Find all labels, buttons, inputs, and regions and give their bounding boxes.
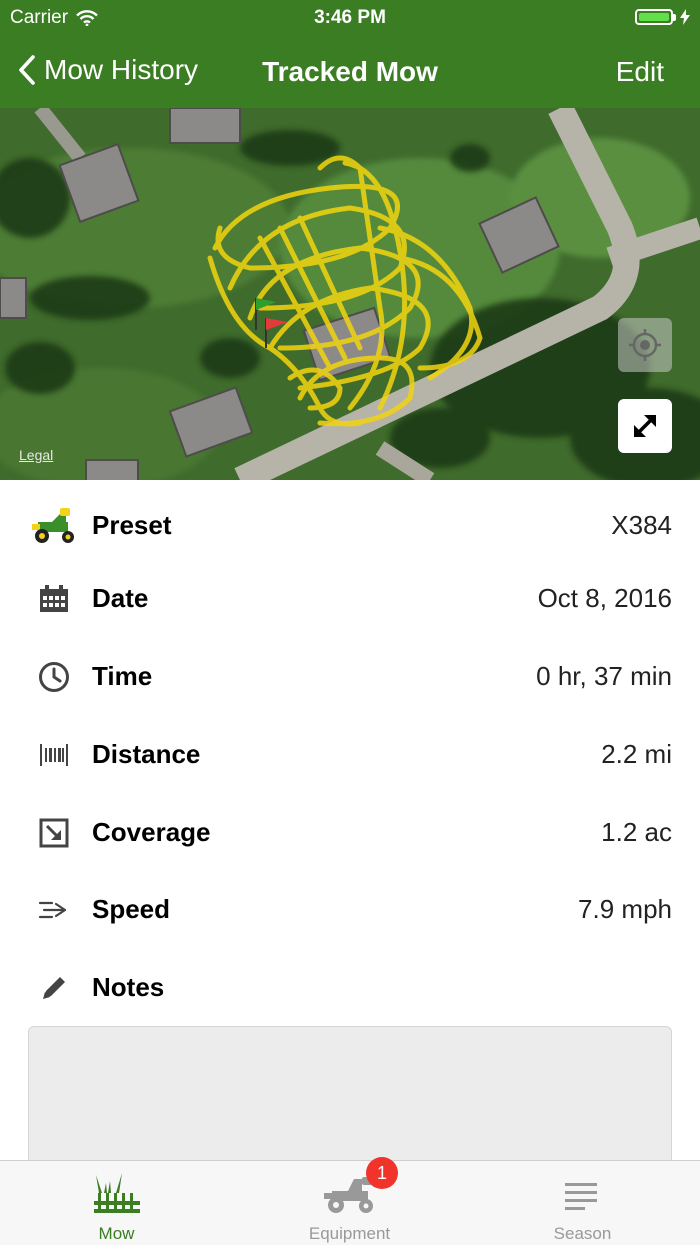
satellite-map bbox=[0, 108, 700, 480]
speed-icon bbox=[30, 890, 78, 930]
battery-indicator bbox=[635, 9, 690, 25]
tab-season[interactable]: Season bbox=[466, 1161, 699, 1245]
season-badge: 1 bbox=[366, 1157, 398, 1189]
calendar-icon bbox=[30, 579, 78, 619]
legal-link[interactable]: Legal bbox=[19, 447, 53, 463]
detail-row-notes: Notes bbox=[0, 958, 700, 1018]
distance-value: 2.2 mi bbox=[601, 739, 672, 769]
notes-field[interactable] bbox=[28, 1026, 672, 1176]
crosshair-icon bbox=[629, 329, 661, 361]
tab-mow-label: Mow bbox=[98, 1224, 135, 1243]
page-title: Tracked Mow bbox=[262, 56, 438, 87]
header: Carrier 3:46 PM Mow History Tracked Mow bbox=[0, 0, 700, 108]
preset-value: X384 bbox=[611, 510, 672, 540]
time-value: 0 hr, 37 min bbox=[536, 661, 672, 691]
distance-label: Distance bbox=[92, 739, 201, 769]
edit-button[interactable]: Edit bbox=[616, 56, 664, 88]
detail-row-preset[interactable]: Preset X384 bbox=[0, 496, 700, 556]
detail-row-coverage: Coverage 1.2 ac bbox=[0, 803, 700, 863]
speed-value: 7.9 mph bbox=[578, 894, 672, 924]
tab-season-label: Season bbox=[553, 1224, 612, 1243]
detail-row-time: Time 0 hr, 37 min bbox=[0, 647, 700, 707]
charging-bolt-icon bbox=[680, 9, 690, 25]
navigation-bar: Mow History Tracked Mow Edit bbox=[0, 36, 700, 108]
battery-icon bbox=[635, 9, 673, 25]
coverage-icon bbox=[30, 813, 78, 853]
tab-mow[interactable]: Mow bbox=[0, 1161, 233, 1245]
time-label: Time bbox=[92, 661, 153, 691]
status-time: 3:46 PM bbox=[314, 7, 386, 28]
map-view[interactable]: Legal bbox=[0, 108, 700, 480]
preset-label: Preset bbox=[92, 510, 172, 540]
date-label: Date bbox=[92, 583, 149, 613]
detail-row-speed: Speed 7.9 mph bbox=[0, 880, 700, 940]
pencil-icon bbox=[30, 968, 78, 1008]
clock-icon bbox=[30, 657, 78, 697]
speed-label: Speed bbox=[92, 894, 171, 924]
tab-bar: Mow Equipment Season 1 bbox=[0, 1157, 700, 1245]
distance-icon bbox=[30, 735, 78, 775]
grass-icon bbox=[93, 1173, 140, 1213]
tab-equipment[interactable]: Equipment bbox=[233, 1161, 466, 1245]
mower-icon bbox=[30, 506, 78, 546]
detail-row-date: Date Oct 8, 2016 bbox=[0, 569, 700, 629]
detail-row-distance: Distance 2.2 mi bbox=[0, 725, 700, 785]
status-bar: Carrier 3:46 PM bbox=[0, 0, 700, 36]
date-value: Oct 8, 2016 bbox=[537, 583, 672, 613]
expand-icon bbox=[634, 415, 656, 437]
tab-equipment-label: Equipment bbox=[308, 1224, 391, 1243]
coverage-label: Coverage bbox=[92, 817, 211, 847]
expand-map-button[interactable] bbox=[618, 399, 672, 453]
locate-button[interactable] bbox=[618, 318, 672, 372]
coverage-value: 1.2 ac bbox=[601, 817, 672, 847]
season-icon bbox=[564, 1183, 597, 1210]
notes-label: Notes bbox=[92, 972, 165, 1002]
